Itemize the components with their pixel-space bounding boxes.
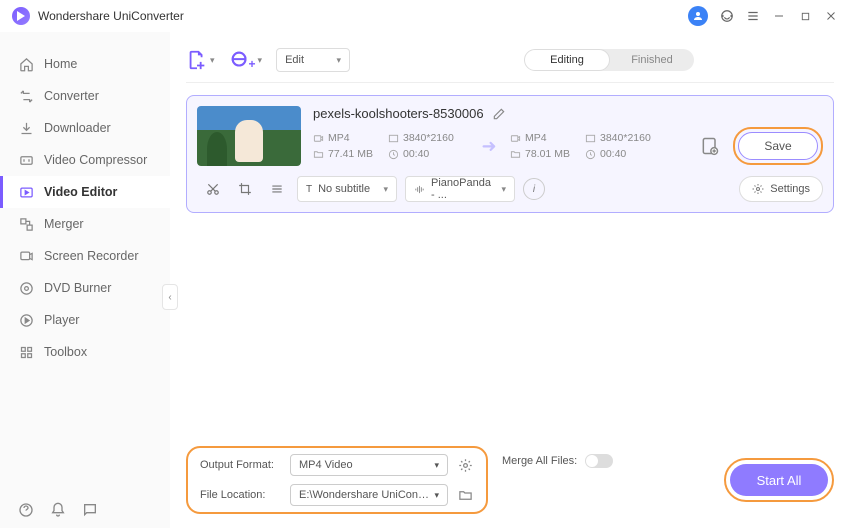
- folder-icon: [313, 149, 324, 160]
- maximize-button[interactable]: [798, 9, 812, 23]
- file-location-select[interactable]: E:\Wondershare UniConverter ▾: [290, 484, 448, 506]
- tab-editing[interactable]: Editing: [524, 49, 610, 71]
- chevron-down-icon: ▾: [434, 460, 439, 471]
- folder-icon: [510, 149, 521, 160]
- add-url-button[interactable]: + ▾: [229, 49, 263, 71]
- resolution-icon: [388, 133, 399, 144]
- chevron-down-icon: ▾: [501, 184, 506, 195]
- sidebar-item-label: Player: [44, 313, 79, 327]
- recorder-icon: [18, 248, 34, 264]
- audio-select[interactable]: PianoPanda - ... ▾: [405, 176, 515, 202]
- arrow-right-icon: ➜: [474, 136, 504, 157]
- sidebar-item-label: Video Compressor: [44, 153, 147, 167]
- sidebar-item-label: Toolbox: [44, 345, 87, 359]
- sidebar: Home Converter Downloader Video Compress…: [0, 32, 170, 528]
- sidebar-item-label: Home: [44, 57, 77, 71]
- chevron-down-icon: ▾: [337, 55, 342, 66]
- video-icon: [510, 133, 521, 144]
- support-icon[interactable]: [720, 9, 734, 23]
- app-logo-icon: [12, 7, 30, 25]
- sidebar-item-label: Screen Recorder: [44, 249, 139, 263]
- output-settings-icon[interactable]: [697, 133, 723, 159]
- file-card: pexels-koolshooters-8530006 MP4 3840*216…: [186, 95, 834, 213]
- toolbar: ▾ + ▾ Edit ▾ Editing Finished: [186, 44, 834, 82]
- sidebar-item-label: Downloader: [44, 121, 111, 135]
- home-icon: [18, 56, 34, 72]
- merger-icon: [18, 216, 34, 232]
- output-format-label: Output Format:: [200, 459, 282, 471]
- hamburger-menu-icon[interactable]: [746, 9, 760, 23]
- rename-icon[interactable]: [492, 107, 506, 121]
- sidebar-item-dvd[interactable]: DVD Burner: [0, 272, 170, 304]
- footer: Output Format: MP4 Video ▾ File Location…: [186, 436, 834, 528]
- start-all-button[interactable]: Start All: [730, 464, 828, 496]
- file-location-label: File Location:: [200, 489, 282, 501]
- clock-icon: [388, 149, 399, 160]
- tab-finished[interactable]: Finished: [610, 49, 694, 71]
- sidebar-item-player[interactable]: Player: [0, 304, 170, 336]
- help-icon[interactable]: [18, 502, 34, 518]
- video-icon: [313, 133, 324, 144]
- titlebar: Wondershare UniConverter: [0, 0, 850, 32]
- source-meta: MP4 3840*2160 77.41 MB 00:40: [313, 132, 468, 160]
- trim-button[interactable]: [201, 178, 225, 200]
- video-thumbnail[interactable]: [197, 106, 301, 166]
- merge-toggle-group: Merge All Files:: [502, 454, 613, 468]
- start-all-highlight: Start All: [724, 458, 834, 502]
- card-settings-button[interactable]: Settings: [739, 176, 823, 202]
- format-settings-icon[interactable]: [456, 456, 474, 474]
- sidebar-item-converter[interactable]: Converter: [0, 80, 170, 112]
- sidebar-item-recorder[interactable]: Screen Recorder: [0, 240, 170, 272]
- sidebar-item-home[interactable]: Home: [0, 48, 170, 80]
- info-button[interactable]: i: [523, 178, 545, 200]
- more-button[interactable]: [265, 178, 289, 200]
- edit-mode-label: Edit: [285, 54, 304, 66]
- sidebar-item-label: DVD Burner: [44, 281, 111, 295]
- sidebar-item-merger[interactable]: Merger: [0, 208, 170, 240]
- clock-icon: [585, 149, 596, 160]
- file-name: pexels-koolshooters-8530006: [313, 106, 484, 121]
- user-avatar-icon[interactable]: [688, 6, 708, 26]
- status-tabs: Editing Finished: [524, 49, 694, 71]
- merge-toggle[interactable]: [585, 454, 613, 468]
- sidebar-item-label: Merger: [44, 217, 84, 231]
- target-meta: MP4 3840*2160 78.01 MB 00:40: [510, 132, 665, 160]
- audio-icon: [414, 184, 425, 195]
- save-button[interactable]: Save: [738, 132, 818, 160]
- resolution-icon: [585, 133, 596, 144]
- app-title: Wondershare UniConverter: [38, 9, 184, 23]
- sidebar-item-toolbox[interactable]: Toolbox: [0, 336, 170, 368]
- player-icon: [18, 312, 34, 328]
- toolbox-icon: [18, 344, 34, 360]
- output-format-select[interactable]: MP4 Video ▾: [290, 454, 448, 476]
- close-button[interactable]: [824, 9, 838, 23]
- edit-mode-select[interactable]: Edit ▾: [276, 48, 350, 72]
- editor-icon: [18, 184, 34, 200]
- compressor-icon: [18, 152, 34, 168]
- content-area: ▾ + ▾ Edit ▾ Editing Finished: [170, 32, 850, 528]
- add-file-button[interactable]: ▾: [186, 49, 215, 71]
- sidebar-item-label: Video Editor: [44, 185, 117, 199]
- chevron-down-icon: ▾: [434, 490, 439, 501]
- gear-icon: [752, 183, 764, 195]
- bell-icon[interactable]: [50, 502, 66, 518]
- open-folder-icon[interactable]: [456, 486, 474, 504]
- merge-label: Merge All Files:: [502, 455, 577, 467]
- feedback-icon[interactable]: [82, 502, 98, 518]
- sidebar-item-downloader[interactable]: Downloader: [0, 112, 170, 144]
- save-highlight: Save: [733, 127, 823, 165]
- subtitle-icon: T: [306, 184, 312, 195]
- sidebar-item-video-editor[interactable]: Video Editor: [0, 176, 170, 208]
- dvd-icon: [18, 280, 34, 296]
- crop-button[interactable]: [233, 178, 257, 200]
- chevron-down-icon: ▾: [383, 184, 388, 195]
- sidebar-item-compressor[interactable]: Video Compressor: [0, 144, 170, 176]
- sidebar-item-label: Converter: [44, 89, 99, 103]
- subtitle-select[interactable]: T No subtitle ▾: [297, 176, 397, 202]
- download-icon: [18, 120, 34, 136]
- converter-icon: [18, 88, 34, 104]
- minimize-button[interactable]: [772, 9, 786, 23]
- sidebar-collapse-button[interactable]: ‹: [162, 284, 178, 310]
- output-settings-highlight: Output Format: MP4 Video ▾ File Location…: [186, 446, 488, 514]
